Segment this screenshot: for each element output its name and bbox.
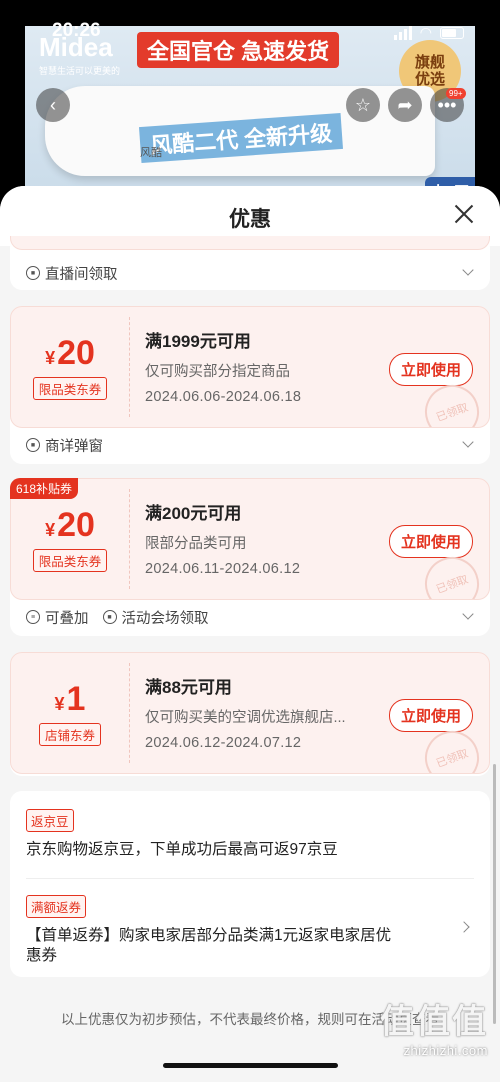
coupon-type-tag: 店铺东券: [38, 723, 101, 746]
coupon-dates: 2024.06.06-2024.06.18: [145, 389, 302, 405]
brand-slogan: 智慧生活可以更美的: [39, 66, 121, 76]
coupon-desc: 仅可购买部分指定商品: [145, 364, 290, 380]
coupon-card: ¥20 限品类东券 满1999元可用 仅可购买部分指定商品 2024.06.06…: [10, 306, 490, 464]
coupon-card-partial: ■ 直播间领取: [10, 236, 490, 290]
use-now-button[interactable]: 立即使用: [388, 525, 473, 558]
jingdou-rebate: 返京豆 京东购物返京豆，下单成功后最高可返97京豆: [26, 809, 338, 860]
rebate-tag: 返京豆: [26, 809, 74, 832]
scrollbar[interactable]: [493, 764, 496, 1024]
coupon-type-tag: 限品类东券: [32, 549, 108, 572]
rebate-text: 【首单返券】购家电家居部分品类满1元返家电家居优惠券: [26, 927, 392, 964]
coupon-body: ¥20 限品类东券 满1999元可用 仅可购买部分指定商品 2024.06.06…: [10, 306, 490, 428]
rebate-tag: 满额返券: [26, 895, 87, 918]
rebate-text: 京东购物返京豆，下单成功后最高可返97京豆: [26, 841, 338, 858]
star-icon: ☆: [354, 94, 372, 115]
coupon-rebate[interactable]: 满额返券 【首单返券】购家电家居部分品类满1元返家电家居优惠券: [26, 895, 406, 966]
coupon-body: ¥1 店铺东券 满88元可用 仅可购买美的空调优选旗舰店... 2024.06.…: [10, 652, 490, 774]
coupon-condition: 满88元可用: [145, 678, 232, 697]
coupon-condition: 满200元可用: [145, 504, 242, 523]
chevron-right-icon[interactable]: [458, 921, 470, 933]
use-now-button[interactable]: 立即使用: [388, 353, 473, 386]
status-bar: 20:26 ◠: [0, 20, 500, 44]
chevron-down-icon: [462, 608, 474, 620]
subsidy-tag: 618补贴券: [10, 478, 79, 499]
stackable-icon: ≡: [26, 610, 40, 624]
coupon-card: 618补贴券 ¥20 限品类东券 满200元可用 限部分品类可用 2024.06…: [10, 478, 490, 636]
coupon-card: ¥1 店铺东券 满88元可用 仅可购买美的空调优选旗舰店... 2024.06.…: [10, 652, 490, 776]
coupon-footer[interactable]: ≡ 可叠加 ■ 活动会场领取: [10, 600, 490, 634]
source-icon: ■: [26, 266, 40, 280]
rebate-info-card: 返京豆 京东购物返京豆，下单成功后最高可返97京豆 满额返券 【首单返券】购家电…: [10, 791, 490, 977]
favorite-button[interactable]: ☆: [346, 88, 380, 122]
chevron-left-icon: ‹: [50, 94, 56, 115]
share-icon: ➦: [397, 94, 413, 115]
coupon-desc: 限部分品类可用: [145, 536, 247, 552]
chevron-down-icon: [462, 264, 474, 276]
use-now-button[interactable]: 立即使用: [388, 699, 473, 732]
coupon-sheet: 优惠 ■ 直播间领取 ¥20 限品类东券 满1999元可用 仅可购买部分指定商品 …: [0, 186, 500, 1082]
home-indicator[interactable]: [163, 1063, 338, 1068]
product-brand-label: 风酷: [140, 147, 162, 159]
watermark: 值值值 zhizhizhi.com: [380, 1003, 488, 1058]
close-icon[interactable]: [454, 204, 474, 224]
coupon-dates: 2024.06.11-2024.06.12: [145, 561, 301, 577]
share-button[interactable]: ➦: [388, 88, 422, 122]
coupon-dates: 2024.06.12-2024.07.12: [145, 735, 302, 751]
source-icon: ■: [102, 610, 117, 624]
wifi-icon: ◠: [419, 24, 432, 40]
coupon-footer[interactable]: ■ 商详弹窗: [10, 428, 490, 462]
chevron-down-icon: [462, 436, 474, 448]
message-count-badge: 99+: [446, 88, 466, 99]
status-time: 20:26: [52, 20, 101, 41]
back-button[interactable]: ‹: [36, 88, 70, 122]
coupon-footer[interactable]: ■ 直播间领取: [10, 256, 490, 290]
coupon-amount: ¥1: [54, 680, 86, 718]
coupon-body: ¥20 限品类东券 满200元可用 限部分品类可用 2024.06.11-202…: [10, 478, 490, 600]
battery-icon: [440, 26, 464, 39]
coupon-amount: ¥20: [45, 506, 95, 544]
coupon-desc: 仅可购买美的空调优选旗舰店...: [145, 710, 346, 726]
coupon-condition: 满1999元可用: [145, 332, 251, 351]
coupon-type-tag: 限品类东券: [32, 377, 108, 400]
signal-icon: [393, 25, 412, 40]
source-icon: ■: [26, 438, 40, 452]
coupon-amount: ¥20: [45, 334, 95, 372]
sheet-title: 优惠: [229, 208, 271, 231]
